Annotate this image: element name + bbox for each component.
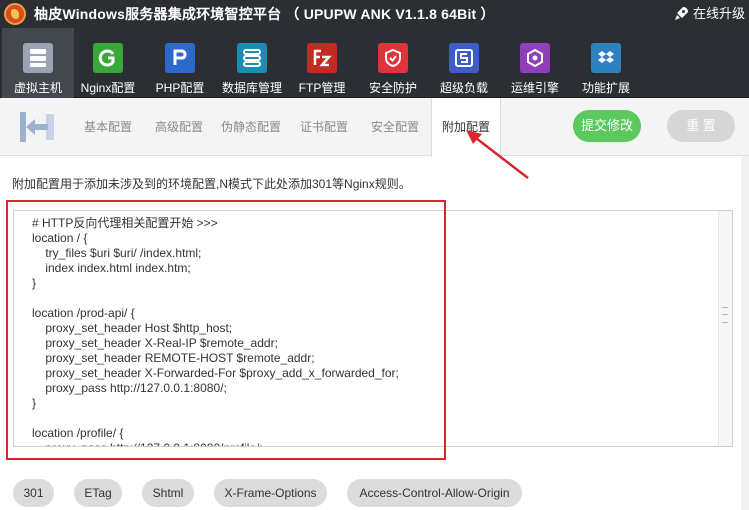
tool-ops-engine[interactable]: 运维引擎 (499, 28, 571, 98)
dropbox-icon (591, 43, 621, 73)
filezilla-icon (307, 43, 337, 73)
rocket-icon (674, 7, 688, 20)
tab-additional-config[interactable]: 附加配置 (431, 98, 502, 157)
tool-label: PHP配置 (155, 81, 205, 95)
tag-etag[interactable]: ETag (74, 479, 122, 507)
app-logo-icon (4, 3, 26, 25)
back-arrow-icon (20, 112, 54, 142)
tool-php-config[interactable]: PHP配置 (144, 28, 216, 98)
app-title: 柚皮Windows服务器集成环境智控平台 （ UPUPW ANK V1.1.8 … (34, 6, 495, 22)
config-description: 附加配置用于添加未涉及到的环境配置,N模式下此处添加301等Nginx规则。 (12, 177, 411, 191)
submit-button[interactable]: 提交修改 (573, 110, 641, 142)
tag-x-frame-options[interactable]: X-Frame-Options (214, 479, 327, 507)
tab-rewrite-config[interactable]: 伪静态配置 (221, 98, 281, 156)
tool-label: Nginx配置 (80, 81, 136, 95)
tool-security[interactable]: 安全防护 (357, 28, 429, 98)
tab-cert-config[interactable]: 证书配置 (300, 98, 348, 156)
scroll-thumb[interactable] (722, 307, 728, 323)
load-balance-icon (449, 43, 479, 73)
tool-label: 超级负载 (439, 81, 488, 95)
tool-super-load[interactable]: 超级负载 (428, 28, 500, 98)
config-editor[interactable]: # HTTP反向代理相关配置开始 >>> location / { try_fi… (13, 210, 733, 447)
tab-advanced-config[interactable]: 高级配置 (155, 98, 203, 156)
tag-shtml[interactable]: Shtml (142, 479, 194, 507)
tab-basic-config[interactable]: 基本配置 (84, 98, 132, 156)
title-bar: 柚皮Windows服务器集成环境智控平台 （ UPUPW ANK V1.1.8 … (0, 0, 749, 28)
tool-virtual-host[interactable]: 虚拟主机 (2, 28, 74, 98)
shield-icon (378, 43, 408, 73)
php-icon (165, 43, 195, 73)
tool-label: 运维引擎 (510, 81, 559, 95)
editor-scrollbar[interactable] (718, 211, 732, 446)
nginx-icon (93, 43, 123, 73)
back-button[interactable] (18, 110, 58, 144)
database-icon (237, 43, 267, 73)
tool-label: 数据库管理 (221, 81, 282, 95)
reset-button[interactable]: 重 置 (667, 110, 735, 142)
page-scrollbar[interactable] (741, 156, 749, 510)
main-toolbar: 虚拟主机 Nginx配置 PHP配置 数据库管理 FTP管理 安全防护 超级负载… (0, 28, 749, 98)
tool-ftp-manage[interactable]: FTP管理 (286, 28, 358, 98)
tool-database-manage[interactable]: 数据库管理 (216, 28, 288, 98)
tag-access-control-allow-origin[interactable]: Access-Control-Allow-Origin (347, 479, 522, 507)
tool-label: 功能扩展 (581, 81, 630, 95)
tag-301[interactable]: 301 (13, 479, 54, 507)
tool-nginx-config[interactable]: Nginx配置 (72, 28, 144, 98)
config-textarea[interactable]: # HTTP反向代理相关配置开始 >>> location / { try_fi… (14, 211, 718, 446)
tool-label: FTP管理 (298, 81, 346, 95)
tool-label: 虚拟主机 (13, 81, 62, 95)
upgrade-label: 在线升级 (692, 6, 745, 21)
tab-security-config[interactable]: 安全配置 (371, 98, 419, 156)
server-icon (23, 43, 53, 73)
config-text[interactable]: # HTTP反向代理相关配置开始 >>> location / { try_fi… (32, 216, 718, 446)
tool-extensions[interactable]: 功能扩展 (570, 28, 642, 98)
tool-label: 安全防护 (368, 81, 417, 95)
engine-icon (520, 43, 550, 73)
online-upgrade-button[interactable]: 在线升级 (673, 0, 745, 28)
